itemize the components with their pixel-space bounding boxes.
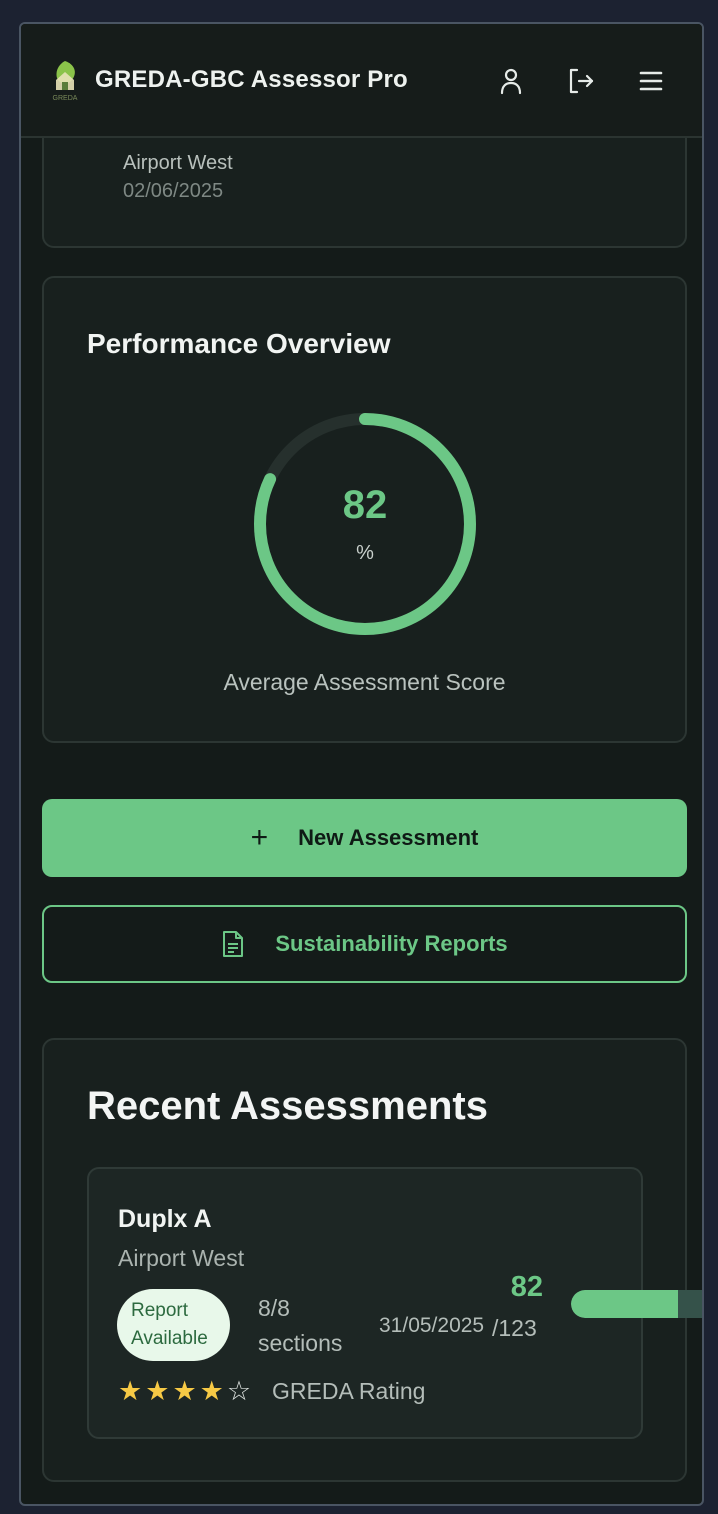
sections-count: 8/8 sections	[258, 1295, 343, 1356]
greda-logo: GREDA	[53, 61, 78, 102]
assessment-name: Duplx A	[118, 1205, 212, 1233]
top-app-bar: GREDA GREDA-GBC Assessor Pro	[21, 24, 702, 138]
average-score-value: 82	[342, 483, 388, 527]
star-empty-icon: ☆	[226, 1376, 252, 1406]
score-progress-fill	[571, 1290, 678, 1318]
sustainability-reports-button[interactable]: Sustainability Reports	[42, 905, 687, 983]
report-available-badge[interactable]: Report Available	[117, 1289, 230, 1361]
new-assessment-label: New Assessment	[298, 825, 479, 850]
app-window: Airport West 02/06/2025 GREDA GREDA-GBC …	[19, 22, 704, 1506]
recent-assessments-title: Recent Assessments	[87, 1084, 488, 1128]
star-filled-icon: ★	[172, 1376, 197, 1406]
plus-icon: +	[250, 821, 269, 854]
star-filled-icon: ★	[145, 1376, 170, 1406]
assessment-location: Airport West	[118, 1245, 245, 1271]
star-rating: ★ ★ ★ ★ ☆	[118, 1377, 251, 1405]
logo-text: GREDA	[53, 95, 78, 102]
score-progress-bar	[571, 1290, 702, 1318]
assessment-score: 82	[510, 1271, 543, 1303]
previous-assessment-location: Airport West	[123, 152, 233, 174]
app-title: GREDA-GBC Assessor Pro	[95, 66, 408, 93]
user-icon[interactable]	[496, 66, 526, 96]
performance-overview-card: Performance Overview 82 % Average Assess…	[42, 276, 687, 743]
assessment-score-max: /123	[492, 1315, 537, 1341]
recent-assessments-card: Recent Assessments Duplx A Airport West …	[42, 1038, 702, 1482]
document-icon	[223, 931, 244, 957]
previous-assessment-date: 02/06/2025	[123, 180, 224, 202]
star-filled-icon: ★	[118, 1376, 143, 1406]
logout-icon[interactable]	[566, 66, 596, 96]
greda-rating-label: GREDA Rating	[272, 1378, 426, 1404]
new-assessment-button[interactable]: + New Assessment	[42, 799, 687, 877]
menu-icon[interactable]	[636, 66, 666, 96]
star-filled-icon: ★	[199, 1376, 224, 1406]
average-score-unit: %	[356, 542, 374, 564]
performance-title: Performance Overview	[87, 328, 391, 359]
assessment-list-item[interactable]: Duplx A Airport West Report Available 8/…	[87, 1167, 702, 1439]
sustainability-reports-label: Sustainability Reports	[275, 931, 508, 956]
average-score-caption: Average Assessment Score	[223, 669, 506, 695]
assessment-date: 31/05/2025	[379, 1314, 485, 1337]
